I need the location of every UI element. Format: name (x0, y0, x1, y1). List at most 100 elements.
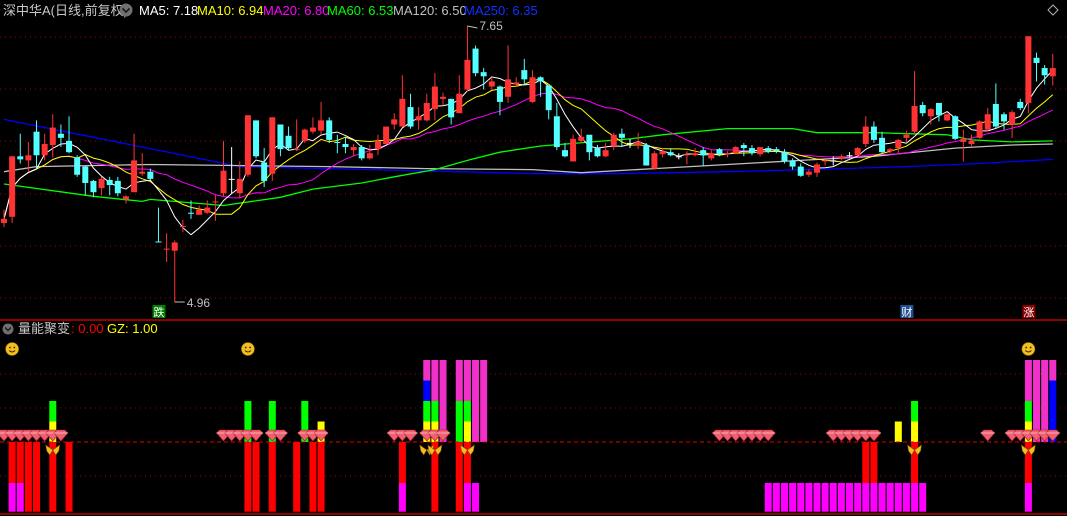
smiley-icon (241, 342, 255, 356)
candle[interactable] (732, 146, 739, 155)
candle[interactable] (301, 128, 308, 143)
candle-body (147, 171, 154, 179)
candle-body (253, 120, 260, 157)
candle-body (212, 201, 219, 203)
candle[interactable] (358, 145, 365, 161)
candle-body (716, 149, 723, 155)
indicator-bar-segment (862, 483, 870, 512)
candle-body (505, 79, 512, 97)
ma120-label: MA120: 6.50 (393, 3, 467, 18)
candle-body (602, 150, 609, 157)
candle[interactable] (244, 115, 251, 177)
candle-body (960, 138, 967, 142)
indicator-bar-segment (423, 380, 431, 401)
candle-body (757, 147, 764, 155)
candle-body (407, 107, 414, 127)
candle[interactable] (944, 113, 951, 122)
candle-body (488, 81, 495, 87)
chevron-down-circle-icon[interactable] (2, 323, 14, 335)
candle-body (49, 127, 56, 146)
candle-body (1000, 114, 1007, 122)
candle-body (521, 70, 528, 80)
indicator-bar (8, 442, 16, 512)
candle-body (627, 142, 634, 144)
indicator-bar-segment (780, 483, 788, 512)
event-marker[interactable]: 涨 (1022, 305, 1036, 319)
indicator-bar (398, 442, 406, 512)
indicator-bar (902, 483, 910, 512)
candle-body (326, 120, 333, 140)
candle-body (139, 171, 146, 174)
indicator-bar-segment (821, 483, 829, 512)
candle-body (114, 180, 121, 194)
candle[interactable] (74, 155, 81, 177)
candle-body (789, 160, 796, 167)
indicator-bar-segment (894, 421, 902, 442)
candle-body (163, 248, 170, 250)
indicator-name[interactable]: 量能聚变 (18, 321, 70, 336)
candle-body (732, 147, 739, 154)
candle-body (814, 164, 820, 173)
candle-body (740, 145, 747, 149)
smiley-icon (5, 342, 19, 356)
candle-body (586, 134, 593, 153)
candle[interactable] (383, 126, 390, 146)
candle-body (318, 120, 325, 131)
candle[interactable] (854, 147, 861, 157)
indicator-bar-segment (8, 442, 16, 483)
candle-body (724, 153, 731, 155)
candle-body (17, 156, 24, 160)
candle[interactable] (253, 120, 260, 159)
indicator-bar-segment (293, 442, 301, 512)
indicator-header: 量能聚变 : 0.00 GZ: 1.00 (2, 321, 158, 336)
indicator-bar-segment (902, 483, 910, 512)
indicator-bar (49, 401, 57, 512)
indicator-bar-segment (16, 442, 24, 483)
candle-body (196, 209, 203, 215)
indicator-bar (821, 483, 829, 512)
low-price-label: 4.96 (187, 296, 211, 310)
candle[interactable] (9, 156, 16, 223)
candle[interactable] (976, 120, 983, 139)
indicator-bar-segment (423, 401, 431, 422)
chevron-down-circle-icon[interactable] (119, 3, 133, 17)
indicator-bar-segment (33, 442, 41, 512)
indicator-bar-segment (862, 442, 870, 483)
indicator-bar (797, 483, 805, 512)
candle-body (33, 131, 40, 156)
indicator-bar-segment (455, 442, 463, 512)
indicator-bar (829, 483, 837, 512)
candle-body (594, 148, 601, 157)
candle-body (342, 143, 349, 148)
stock-title[interactable]: 深中华A(日线,前复权) (3, 3, 128, 18)
indicator-bar (878, 483, 886, 512)
candle[interactable] (651, 151, 658, 170)
indicator-bar-segment (431, 401, 439, 422)
candle-body (415, 116, 422, 121)
stock-chart[interactable]: 7.65 4.96 跌 财 涨 深中华A(日线,前复权) MA5: 7.18 MA1… (0, 0, 1067, 516)
candle-body (366, 153, 373, 159)
indicator-bar (472, 360, 480, 512)
indicator-bar-segment (463, 401, 471, 422)
candle-body (74, 157, 81, 175)
candle-body (610, 134, 617, 147)
candle-body (374, 140, 381, 150)
event-marker[interactable]: 财 (900, 305, 914, 319)
event-marker[interactable]: 跌 (152, 305, 166, 319)
indicator-bar-segment (463, 483, 471, 512)
candle[interactable] (472, 45, 479, 77)
indicator-bar-segment (805, 483, 813, 512)
candle-body (1041, 68, 1048, 76)
candle[interactable] (326, 117, 333, 143)
candle-body (301, 129, 308, 141)
candle[interactable] (952, 115, 959, 140)
indicator-bar-segment (1024, 483, 1032, 512)
indicator-bar-segment (797, 483, 805, 512)
candle[interactable] (643, 142, 650, 166)
candle[interactable] (269, 117, 276, 181)
candle-body (9, 156, 16, 217)
candle-body (797, 166, 804, 176)
candle-body (423, 102, 430, 121)
candle[interactable] (1025, 36, 1032, 114)
candle-body (228, 178, 235, 180)
